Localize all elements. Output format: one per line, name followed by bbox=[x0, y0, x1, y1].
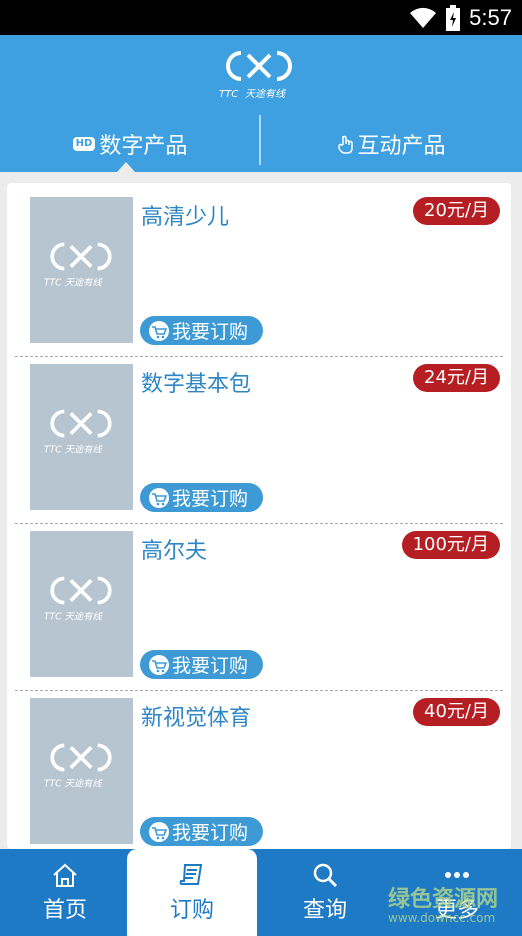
hand-pointer-icon bbox=[338, 135, 354, 154]
product-name: 数字基本包 bbox=[141, 372, 252, 397]
order-button[interactable]: 我要订购 bbox=[140, 650, 263, 679]
tab-interactive-label: 互动产品 bbox=[357, 133, 446, 159]
ttc-logo: TTC 天途有线 bbox=[44, 409, 112, 455]
active-tab-indicator bbox=[117, 162, 135, 172]
price-badge: 40元/月 bbox=[413, 698, 500, 726]
nav-query-label: 查询 bbox=[302, 897, 347, 923]
svg-text:TTC 天途有线: TTC 天途有线 bbox=[44, 611, 103, 622]
product-thumbnail: TTC 天途有线 bbox=[30, 197, 133, 343]
price-badge: 20元/月 bbox=[413, 197, 500, 225]
order-button-label: 我要订购 bbox=[172, 488, 249, 510]
logo-text: 天途有线 bbox=[245, 88, 286, 100]
product-thumbnail: TTC 天途有线 bbox=[30, 364, 133, 510]
nav-home-label: 首页 bbox=[42, 897, 87, 923]
ttc-logo: TTC 天途有线 bbox=[44, 242, 112, 288]
search-icon bbox=[313, 863, 338, 887]
cart-icon bbox=[149, 320, 169, 341]
product-name: 新视觉体育 bbox=[141, 706, 252, 731]
order-scroll-icon bbox=[179, 863, 203, 885]
nav-order-label: 订购 bbox=[169, 897, 214, 923]
price-badge: 24元/月 bbox=[413, 364, 500, 392]
cart-icon bbox=[149, 654, 169, 675]
order-button-label: 我要订购 bbox=[172, 655, 249, 677]
status-bar: 5:57 bbox=[0, 0, 522, 35]
order-button-label: 我要订购 bbox=[172, 822, 249, 844]
product-item[interactable]: TTC 天途有线 数字基本包 24元/月 我要订购 bbox=[15, 350, 503, 517]
product-name: 高尔夫 bbox=[141, 539, 208, 564]
cart-icon bbox=[149, 487, 169, 508]
svg-text:TTC: TTC bbox=[219, 89, 238, 100]
watermark-url: www.downcc.com bbox=[388, 911, 496, 925]
status-icons: 5:57 bbox=[409, 0, 512, 35]
tab-digital-label: 数字产品 bbox=[99, 133, 188, 159]
wifi-icon bbox=[410, 7, 437, 28]
cart-icon bbox=[149, 821, 169, 842]
nav-order[interactable]: 订购 bbox=[127, 849, 257, 936]
svg-text:TTC 天途有线: TTC 天途有线 bbox=[44, 444, 103, 455]
tab-interactive-products[interactable]: 互动产品 bbox=[261, 115, 522, 172]
home-icon bbox=[53, 863, 77, 887]
tab-bar: HD 数字产品 互动产品 bbox=[0, 115, 522, 172]
watermark-title: 绿色资源网 bbox=[388, 887, 499, 912]
header: TTC 天途有线 HD 数字产品 互动产品 bbox=[0, 35, 522, 172]
battery-icon bbox=[446, 4, 461, 31]
order-button[interactable]: 我要订购 bbox=[140, 316, 263, 345]
hd-icon: HD bbox=[72, 136, 96, 151]
ttc-logo: TTC 天途有线 bbox=[44, 576, 112, 622]
ttc-logo: TTC 天途有线 bbox=[219, 51, 292, 100]
svg-text:TTC 天途有线: TTC 天途有线 bbox=[44, 277, 103, 288]
status-time: 5:57 bbox=[469, 4, 512, 30]
nav-query[interactable]: 查询 bbox=[260, 849, 390, 936]
order-button-label: 我要订购 bbox=[172, 321, 249, 343]
product-thumbnail: TTC 天途有线 bbox=[30, 531, 133, 677]
ttc-logo: TTC 天途有线 bbox=[44, 743, 112, 789]
product-thumbnail: TTC 天途有线 bbox=[30, 698, 133, 844]
product-item[interactable]: TTC 天途有线 高清少儿 20元/月 我要订购 bbox=[15, 183, 503, 350]
svg-text:TTC 天途有线: TTC 天途有线 bbox=[44, 778, 103, 789]
product-list[interactable]: TTC 天途有线 高清少儿 20元/月 我要订购 TTC 天途有线 数字基本包 … bbox=[7, 183, 511, 849]
product-item[interactable]: TTC 天途有线 高尔夫 100元/月 我要订购 bbox=[15, 517, 503, 684]
nav-home[interactable]: 首页 bbox=[0, 849, 130, 936]
order-button[interactable]: 我要订购 bbox=[140, 483, 263, 512]
product-item[interactable]: TTC 天途有线 新视觉体育 40元/月 我要订购 bbox=[15, 684, 503, 849]
product-name: 高清少儿 bbox=[141, 205, 230, 230]
order-button[interactable]: 我要订购 bbox=[140, 817, 263, 846]
watermark: 绿色资源网 www.downcc.com bbox=[388, 881, 508, 925]
price-badge: 100元/月 bbox=[401, 531, 500, 559]
